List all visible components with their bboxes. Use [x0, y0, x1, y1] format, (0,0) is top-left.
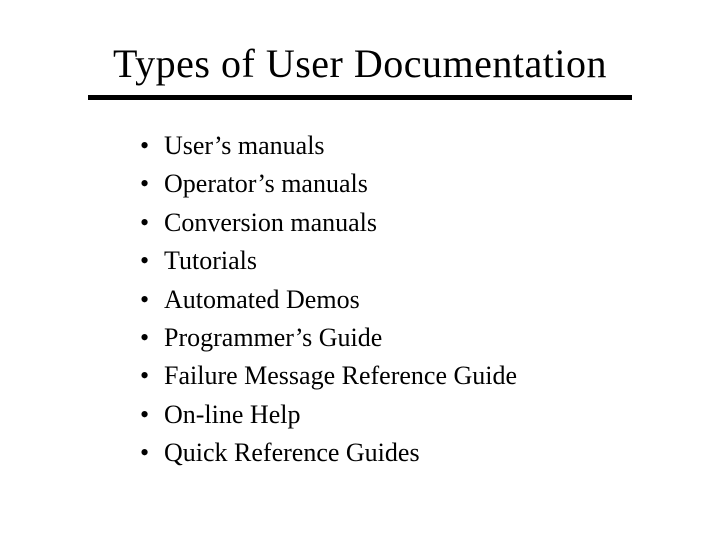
- slide-container: Types of User Documentation • User’s man…: [0, 0, 720, 540]
- list-item: • Automated Demos: [140, 282, 660, 318]
- slide-title: Types of User Documentation: [60, 40, 660, 87]
- bullet-icon: •: [140, 435, 164, 471]
- list-item: • Tutorials: [140, 243, 660, 279]
- bullet-icon: •: [140, 128, 164, 164]
- bullet-icon: •: [140, 243, 164, 279]
- bullet-icon: •: [140, 282, 164, 318]
- bullet-icon: •: [140, 166, 164, 202]
- title-container: Types of User Documentation: [60, 40, 660, 87]
- list-item: • Failure Message Reference Guide: [140, 358, 660, 394]
- bullet-icon: •: [140, 320, 164, 356]
- list-item: • Programmer’s Guide: [140, 320, 660, 356]
- bullet-text: Automated Demos: [164, 282, 660, 318]
- list-item: • Operator’s manuals: [140, 166, 660, 202]
- bullet-text: Failure Message Reference Guide: [164, 358, 660, 394]
- content-area: • User’s manuals • Operator’s manuals • …: [60, 128, 660, 472]
- bullet-text: Programmer’s Guide: [164, 320, 660, 356]
- bullet-list: • User’s manuals • Operator’s manuals • …: [140, 128, 660, 472]
- bullet-text: Conversion manuals: [164, 205, 660, 241]
- list-item: • On-line Help: [140, 397, 660, 433]
- bullet-icon: •: [140, 358, 164, 394]
- bullet-text: Quick Reference Guides: [164, 435, 660, 471]
- bullet-text: Operator’s manuals: [164, 166, 660, 202]
- list-item: • Quick Reference Guides: [140, 435, 660, 471]
- list-item: • User’s manuals: [140, 128, 660, 164]
- bullet-text: On-line Help: [164, 397, 660, 433]
- bullet-text: User’s manuals: [164, 128, 660, 164]
- bullet-icon: •: [140, 397, 164, 433]
- bullet-text: Tutorials: [164, 243, 660, 279]
- title-divider: [88, 95, 632, 100]
- list-item: • Conversion manuals: [140, 205, 660, 241]
- bullet-icon: •: [140, 205, 164, 241]
